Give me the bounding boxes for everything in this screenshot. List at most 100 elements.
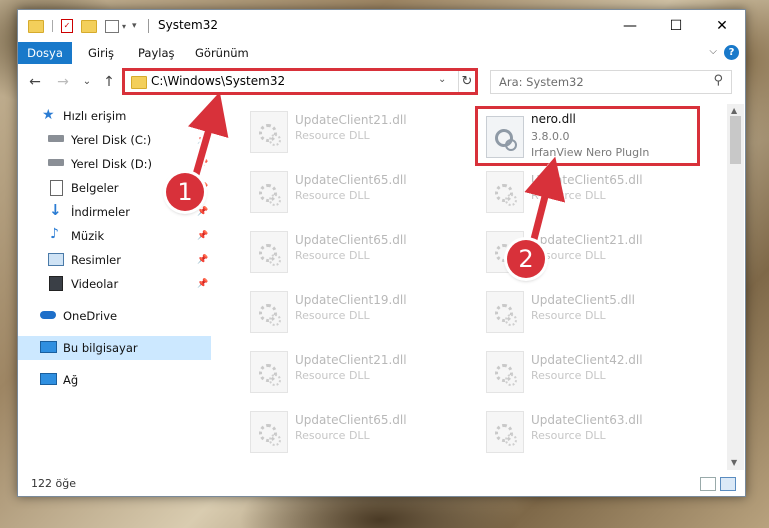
sidebar-item-hizli-erisim[interactable]: ★ Hızlı erişim [18,104,211,128]
documents-icon [50,180,63,196]
customize-toolbar-icon[interactable] [105,19,119,33]
step-2-badge: 2 [507,240,545,278]
new-folder-icon[interactable] [81,19,97,33]
file-description: Resource DLL [531,309,606,322]
dll-file-icon [486,116,524,158]
item-count: 122 öğe [31,477,76,490]
sidebar-item-onedrive[interactable]: OneDrive [18,304,211,328]
title-bar: ✓ ▾ ▾ System32 — ☐ ✕ [18,10,745,42]
window-title: System32 [158,18,219,32]
properties-icon[interactable]: ✓ [61,19,73,33]
star-icon: ★ [42,107,55,123]
chevron-down-icon[interactable]: ▾ [122,22,126,31]
tab-gorunum[interactable]: Görünüm [195,42,249,64]
back-button[interactable]: ← [24,70,46,94]
cloud-icon [40,311,56,319]
scroll-down-icon[interactable]: ▼ [731,458,737,467]
quick-access-toolbar: ✓ ▾ ▾ [28,18,137,34]
sidebar-item-yerel-disk-c[interactable]: Yerel Disk (C:) 📌 [18,128,211,152]
list-item[interactable]: UpdateClient21.dll Resource DLL [237,346,457,398]
title-divider [148,19,149,33]
file-name: UpdateClient5.dll [531,293,635,307]
up-button[interactable]: ↑ [98,70,120,94]
file-name: UpdateClient21.dll [295,113,407,127]
maximize-button[interactable]: ☐ [653,10,699,42]
search-icon[interactable]: ⚲ [713,73,723,88]
file-description: Resource DLL [295,189,370,202]
file-name: nero.dll [531,112,576,126]
list-item[interactable]: UpdateClient65.dll Resource DLL [237,166,457,218]
file-description: Resource DLL [295,129,370,142]
tab-paylas[interactable]: Paylaş [138,42,175,64]
computer-icon [40,341,57,353]
list-item[interactable]: UpdateClient5.dll Resource DLL [473,286,693,338]
scroll-thumb[interactable] [730,116,741,164]
refresh-button[interactable]: ↻ [457,70,478,94]
navigation-bar: ← → ⌄ ↑ C:\Windows\System32 ⌄ ↻ Ara: Sys… [18,68,745,98]
sidebar-item-label: Videolar [71,277,119,291]
pin-icon: 📌 [197,207,209,217]
close-button[interactable]: ✕ [699,10,745,42]
file-description: Resource DLL [295,369,370,382]
minimize-button[interactable]: — [607,10,653,42]
list-item[interactable]: UpdateClient65.dll Resource DLL [237,406,457,458]
list-item[interactable]: UpdateClient19.dll Resource DLL [237,286,457,338]
file-name: UpdateClient63.dll [531,413,643,427]
address-bar[interactable]: C:\Windows\System32 ⌄ [124,70,459,94]
file-name: UpdateClient65.dll [295,173,407,187]
sidebar-item-label: Müzik [71,229,105,243]
file-description: IrfanView Nero PlugIn [531,146,650,159]
tab-giris[interactable]: Giriş [88,42,114,64]
vertical-scrollbar[interactable]: ▲ ▼ [727,104,744,470]
sidebar-item-label: Belgeler [71,181,119,195]
file-list: UpdateClient21.dll Resource DLL UpdateCl… [227,104,727,470]
sidebar-item-bu-bilgisayar[interactable]: Bu bilgisayar [18,336,211,360]
list-item[interactable]: UpdateClient42.dll Resource DLL [473,346,693,398]
pin-icon: 📌 [197,279,209,289]
address-dropdown-icon[interactable]: ⌄ [438,74,446,85]
file-description: Resource DLL [295,429,370,442]
network-icon [40,373,57,385]
help-icon[interactable]: ? [724,45,739,60]
pin-icon: 📌 [197,159,209,169]
expand-ribbon-icon[interactable]: ⌵ [709,46,717,57]
sidebar-item-ag[interactable]: Ağ [18,368,211,392]
list-item[interactable]: UpdateClient63.dll Resource DLL [473,406,693,458]
search-input[interactable]: Ara: System32 ⚲ [490,70,732,94]
list-item[interactable]: UpdateClient65.dll Resource DLL [237,226,457,278]
recent-locations-button[interactable]: ⌄ [76,70,98,94]
drive-icon [48,159,64,166]
folder-icon [131,76,147,89]
toolbar-overflow-icon[interactable]: ▾ [132,21,137,31]
sidebar-item-label: Yerel Disk (D:) [71,157,153,171]
scroll-up-icon[interactable]: ▲ [731,106,737,115]
sidebar-item-label: Resimler [71,253,121,267]
forward-button[interactable]: → [52,70,74,94]
file-name: UpdateClient19.dll [295,293,407,307]
sidebar-item-label: İndirmeler [71,205,130,219]
large-icons-view-icon[interactable] [720,477,736,491]
list-item[interactable]: UpdateClient21.dll Resource DLL [473,226,693,278]
address-path[interactable]: C:\Windows\System32 [151,74,285,88]
file-description: Resource DLL [531,429,606,442]
file-name: UpdateClient42.dll [531,353,643,367]
file-description: Resource DLL [531,369,606,382]
list-item[interactable]: UpdateClient21.dll Resource DLL [237,106,457,158]
file-version: 3.8.0.0 [531,130,570,143]
details-view-icon[interactable] [700,477,716,491]
sidebar-item-label: Yerel Disk (C:) [71,133,152,147]
dll-file-icon [250,111,288,153]
nero-dll-item[interactable]: nero.dll 3.8.0.0 IrfanView Nero PlugIn [473,106,693,168]
dll-file-icon [250,351,288,393]
file-description: Resource DLL [295,309,370,322]
status-bar: 122 öğe [18,472,745,496]
sidebar-item-muzik[interactable]: ♪ Müzik 📌 [18,224,211,248]
sidebar-item-label: Hızlı erişim [63,109,127,123]
tab-dosya[interactable]: Dosya [18,42,72,64]
sidebar-item-videolar[interactable]: Videolar 📌 [18,272,211,296]
sidebar-item-label: OneDrive [63,309,118,323]
music-icon: ♪ [50,226,59,242]
list-item[interactable]: UpdateClient65.dll Resource DLL [473,166,693,218]
sidebar-item-resimler[interactable]: Resimler 📌 [18,248,211,272]
file-name: UpdateClient65.dll [295,233,407,247]
